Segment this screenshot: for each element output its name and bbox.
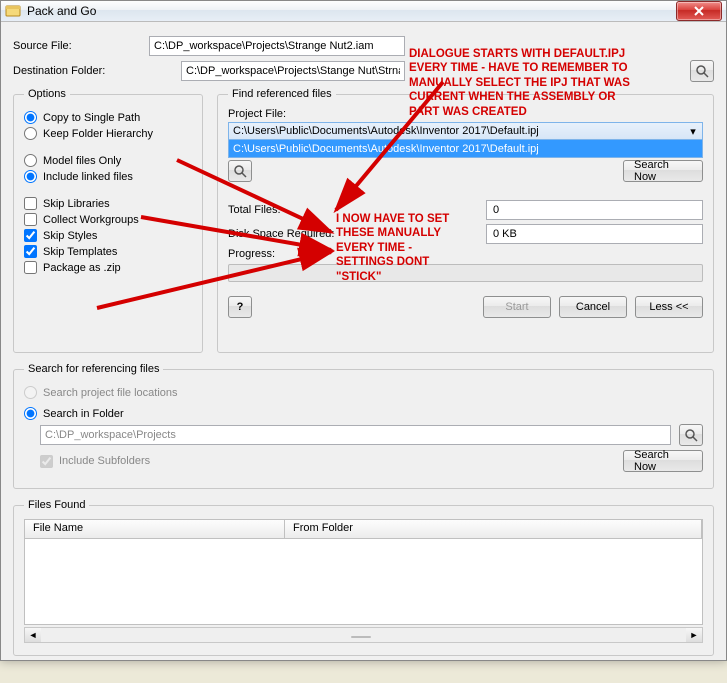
skip-templates-checkbox[interactable]: Skip Templates — [24, 245, 192, 258]
disk-space-label: Disk Space Required: — [228, 228, 478, 240]
include-linked-radio[interactable]: Include linked files — [24, 170, 192, 183]
progress-bar — [228, 264, 703, 282]
files-table-body — [24, 539, 703, 625]
project-file-label: Project File: — [228, 108, 703, 120]
source-file-input[interactable] — [149, 36, 405, 56]
find-ref-legend: Find referenced files — [228, 88, 336, 100]
files-found-legend: Files Found — [24, 499, 89, 511]
horizontal-scrollbar[interactable]: ◄ ► — [24, 627, 703, 643]
collect-workgroups-checkbox[interactable]: Collect Workgroups — [24, 213, 192, 226]
find-referenced-group: Find referenced files Project File: C:\U… — [217, 88, 714, 353]
skip-styles-checkbox[interactable]: Skip Styles — [24, 229, 192, 242]
chevron-down-icon: ▾ — [686, 123, 700, 139]
scroll-left-icon[interactable]: ◄ — [25, 628, 41, 642]
files-table-header: File Name From Folder — [24, 519, 703, 539]
project-file-option[interactable]: C:\Users\Public\Documents\Autodesk\Inven… — [228, 140, 703, 158]
skip-libraries-checkbox[interactable]: Skip Libraries — [24, 197, 192, 210]
scroll-thumb[interactable] — [351, 636, 371, 638]
search-now-button[interactable]: Search Now — [623, 160, 703, 182]
model-files-only-radio[interactable]: Model files Only — [24, 154, 192, 167]
keep-hierarchy-radio[interactable]: Keep Folder Hierarchy — [24, 127, 192, 140]
col-from-folder[interactable]: From Folder — [285, 520, 702, 538]
include-subfolders-checkbox[interactable]: Include Subfolders — [40, 455, 150, 468]
search-proj-loc-radio[interactable]: Search project file locations — [24, 386, 703, 399]
window-title: Pack and Go — [27, 4, 676, 18]
close-button[interactable] — [676, 1, 722, 21]
search-now-folder-button[interactable]: Search Now — [623, 450, 703, 472]
project-file-selected: C:\Users\Public\Documents\Autodesk\Inven… — [233, 125, 539, 137]
col-file-name[interactable]: File Name — [25, 520, 285, 538]
source-file-label: Source File: — [13, 40, 141, 52]
package-zip-checkbox[interactable]: Package as .zip — [24, 261, 192, 274]
options-legend: Options — [24, 88, 70, 100]
search-ref-legend: Search for referencing files — [24, 363, 163, 375]
options-group: Options Copy to Single Path Keep Folder … — [13, 88, 203, 353]
search-folder-input[interactable] — [40, 425, 671, 445]
total-files-value: 0 — [486, 200, 703, 220]
cancel-button[interactable]: Cancel — [559, 296, 627, 318]
search-in-folder-radio[interactable]: Search in Folder — [24, 407, 703, 420]
copy-single-path-radio[interactable]: Copy to Single Path — [24, 111, 192, 124]
project-file-dropdown[interactable]: C:\Users\Public\Documents\Autodesk\Inven… — [228, 122, 703, 140]
browse-search-folder-button[interactable] — [679, 424, 703, 446]
disk-space-value: 0 KB — [486, 224, 703, 244]
files-found-group: Files Found File Name From Folder ◄ ► — [13, 499, 714, 656]
total-files-label: Total Files: — [228, 204, 478, 216]
help-button[interactable]: ? — [228, 296, 252, 318]
dest-folder-input[interactable] — [181, 61, 405, 81]
dest-folder-label: Destination Folder: — [13, 65, 173, 77]
app-icon — [5, 3, 21, 19]
browse-project-button[interactable] — [228, 160, 252, 182]
start-button[interactable]: Start — [483, 296, 551, 318]
search-referencing-group: Search for referencing files Search proj… — [13, 363, 714, 489]
scroll-right-icon[interactable]: ► — [686, 628, 702, 642]
titlebar: Pack and Go — [1, 1, 726, 22]
less-button[interactable]: Less << — [635, 296, 703, 318]
progress-label: Progress: — [228, 248, 288, 260]
browse-dest-button[interactable] — [690, 60, 714, 82]
